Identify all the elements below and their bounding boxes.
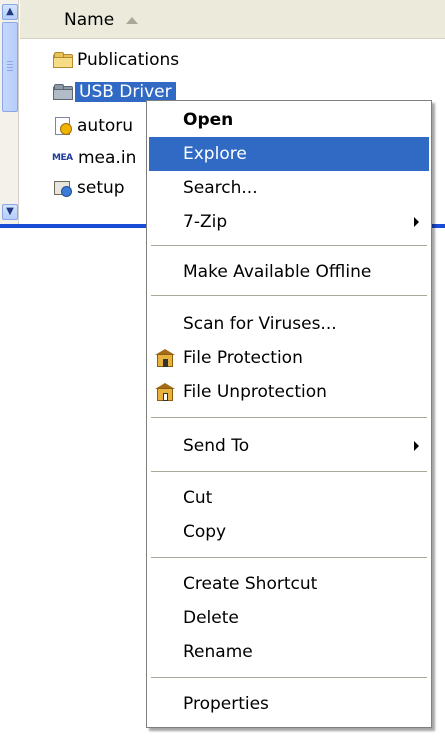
autorun-icon [52,117,74,135]
menu-item-file-unprotection[interactable]: File Unprotection [149,375,429,409]
submenu-arrow-icon [414,217,419,227]
menu-separator [151,245,427,246]
folder-icon [52,51,74,69]
menu-item-label: 7-Zip [183,212,228,232]
vertical-scrollbar[interactable]: ▲ ▼ [0,0,19,224]
setup-icon [52,179,74,197]
column-header-label: Name [64,10,115,30]
menu-item-label: Create Shortcut [183,574,318,594]
context-menu: Open Explore Search... 7-Zip Make Availa… [146,100,432,728]
submenu-arrow-icon [414,441,419,451]
menu-separator [151,677,427,678]
menu-item-delete[interactable]: Delete [149,601,429,635]
menu-item-label: Send To [183,436,250,456]
menu-separator [151,471,427,472]
file-name: autoru [77,116,134,136]
menu-item-label: Search... [183,178,258,198]
scroll-up-icon[interactable]: ▲ [2,4,18,20]
menu-item-label: Open [183,110,234,130]
menu-item-label: File Protection [183,348,303,368]
menu-item-label: Rename [183,642,253,662]
menu-item-open[interactable]: Open [149,103,429,137]
file-name: Publications [77,50,180,70]
menu-item-label: Explore [183,144,247,164]
menu-item-rename[interactable]: Rename [149,635,429,669]
column-header-name[interactable]: Name [20,0,445,39]
menu-item-cut[interactable]: Cut [149,481,429,515]
file-row[interactable]: setup [52,176,125,200]
menu-separator [151,295,427,296]
menu-item-search[interactable]: Search... [149,171,429,205]
menu-separator [151,557,427,558]
sort-ascending-icon [126,16,139,24]
scroll-down-icon[interactable]: ▼ [2,204,18,220]
menu-item-label: Properties [183,694,269,714]
gray-folder-icon [52,83,74,101]
menu-item-label: Cut [183,488,213,508]
menu-item-copy[interactable]: Copy [149,515,429,549]
file-row[interactable]: MEA mea.in [52,146,136,170]
menu-item-send-to[interactable]: Send To [149,429,429,463]
scrollbar-thumb[interactable] [2,22,18,112]
menu-item-properties[interactable]: Properties [149,687,429,721]
menu-item-label: Copy [183,522,227,542]
menu-item-explore[interactable]: Explore [149,137,429,171]
menu-item-create-shortcut[interactable]: Create Shortcut [149,567,429,601]
lock-icon [155,349,175,367]
file-row[interactable]: autoru [52,114,133,138]
file-name: USB Driver [75,82,176,102]
menu-item-7zip[interactable]: 7-Zip [149,205,429,239]
menu-item-scan-for-viruses[interactable]: Scan for Viruses... [149,307,429,341]
menu-item-make-available-offline[interactable]: Make Available Offline [149,255,429,289]
mea-icon: MEA [52,153,73,163]
menu-item-label: Scan for Viruses... [183,314,337,334]
menu-item-label: Delete [183,608,239,628]
file-row[interactable]: Publications [52,48,179,72]
menu-item-file-protection[interactable]: File Protection [149,341,429,375]
file-name: mea.in [78,148,137,168]
menu-separator [151,417,427,418]
menu-item-label: File Unprotection [183,382,327,402]
file-name: setup [77,178,125,198]
unlock-icon [155,383,175,401]
menu-item-label: Make Available Offline [183,262,372,282]
